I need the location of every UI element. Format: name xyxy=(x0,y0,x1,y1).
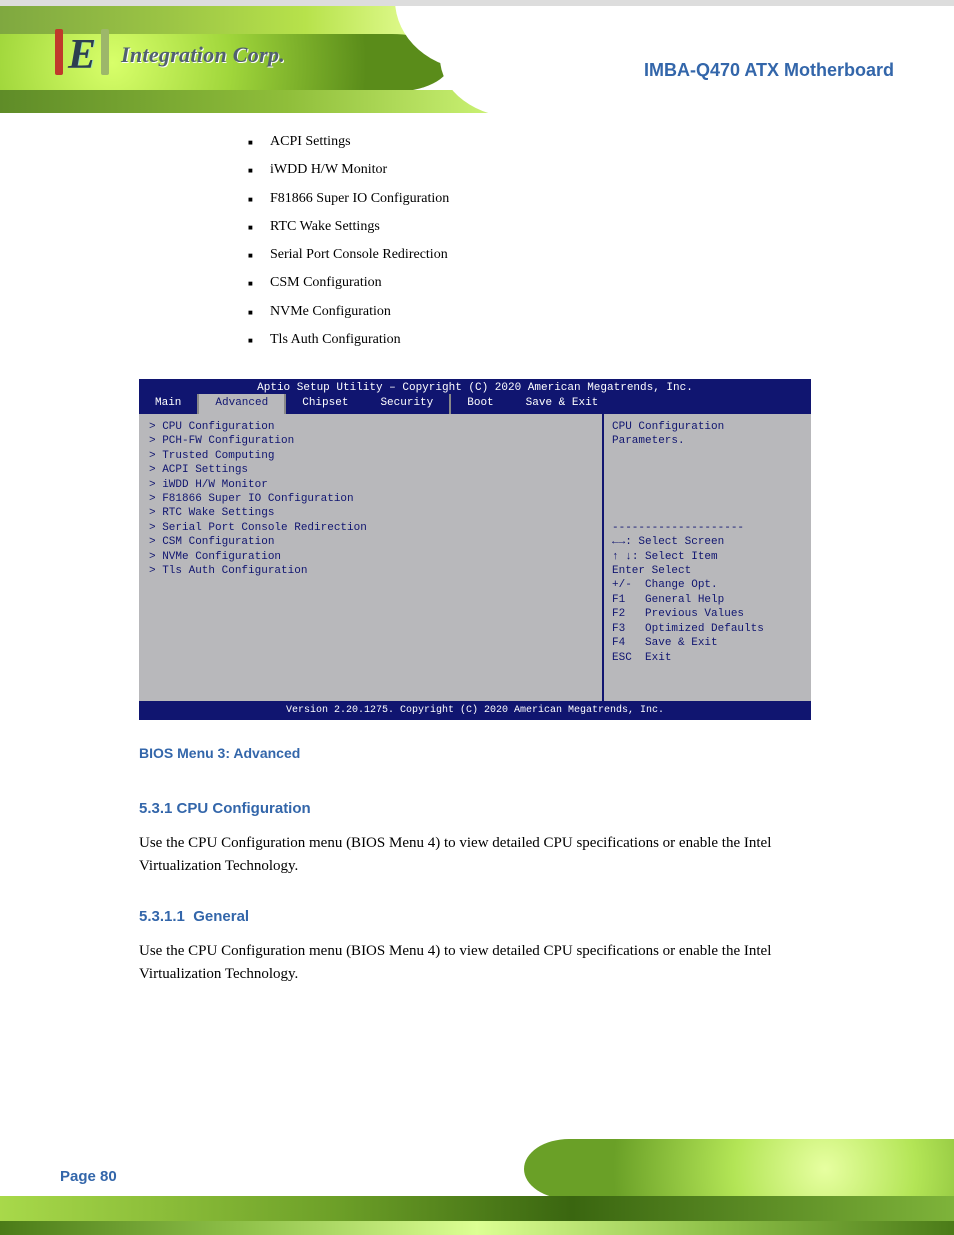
bios-header: Aptio Setup Utility – Copyright (C) 2020… xyxy=(139,379,811,414)
logo-glyph-e: E xyxy=(68,31,96,79)
subsection-number: 5.3.1.1 xyxy=(139,908,185,925)
bios-item: RTC Wake Settings xyxy=(149,506,592,520)
bios-help-key: F3 xyxy=(612,623,625,635)
bios-help-row: F2 Previous Values xyxy=(612,607,803,621)
bullet-item: CSM Configuration xyxy=(248,269,449,297)
bios-title: Aptio Setup Utility – Copyright (C) 2020… xyxy=(139,379,811,394)
bios-help-row: +/- Change Opt. xyxy=(612,578,803,592)
bios-tabs: Main Advanced Chipset Security Boot Save… xyxy=(139,394,811,414)
spacer xyxy=(612,506,803,520)
bios-help-desc: Parameters. xyxy=(612,434,803,448)
bios-help-key: F4 xyxy=(612,637,625,649)
arrow-left-right-icon: ←→ xyxy=(612,536,625,548)
bios-item-label: Serial Port Console Redirection xyxy=(162,522,367,534)
section-heading: 5.3.1 CPU Configuration xyxy=(139,800,311,817)
arrow-up-down-icon: ↑ ↓ xyxy=(612,551,632,563)
bios-help-key: ESC xyxy=(612,652,632,664)
bios-tab-chipset: Chipset xyxy=(286,394,364,414)
bios-help-label: Change Opt. xyxy=(645,579,718,591)
bios-item-label: RTC Wake Settings xyxy=(162,507,274,519)
body-paragraph: Use the CPU Configuration menu (BIOS Men… xyxy=(139,832,811,879)
bios-help-label: Previous Values xyxy=(645,608,744,620)
bios-help-label: General Help xyxy=(645,594,724,606)
footer-band-upper xyxy=(524,1139,954,1199)
logo-glyph-i-green xyxy=(101,35,109,75)
bios-help-row: F1 General Help xyxy=(612,593,803,607)
bios-body: CPU Configuration PCH-FW Configuration T… xyxy=(139,414,811,701)
subsection-heading: 5.3.1.1 General xyxy=(139,908,249,925)
bios-help-key: +/- xyxy=(612,579,632,591)
bios-tab-save-exit: Save & Exit xyxy=(510,394,615,414)
bios-item: CSM Configuration xyxy=(149,535,592,549)
bios-tab-security: Security xyxy=(364,394,449,414)
bios-tab-boot: Boot xyxy=(451,394,509,414)
bios-footer: Version 2.20.1275. Copyright (C) 2020 Am… xyxy=(139,701,811,720)
logo: E Integration Corp. xyxy=(55,25,345,85)
bios-help-key: Enter xyxy=(612,565,645,577)
bios-help-label: Save & Exit xyxy=(645,637,718,649)
bios-item: NVMe Configuration xyxy=(149,550,592,564)
bios-tab-main: Main xyxy=(139,394,197,414)
subsection-title: General xyxy=(193,908,249,925)
body-paragraph: Use the CPU Configuration menu (BIOS Men… xyxy=(139,940,811,987)
bios-item-label: NVMe Configuration xyxy=(162,551,281,563)
page-number: Page 80 xyxy=(60,1168,117,1185)
bios-item-label: Trusted Computing xyxy=(162,450,274,462)
bios-screenshot: Aptio Setup Utility – Copyright (C) 2020… xyxy=(139,379,811,720)
bios-help-label: : Select Item xyxy=(632,551,718,563)
spacer xyxy=(612,492,803,506)
bullet-item: Tls Auth Configuration xyxy=(248,326,449,354)
bios-item-label: F81866 Super IO Configuration xyxy=(162,493,353,505)
bios-help-label: Optimized Defaults xyxy=(645,623,764,635)
bullet-item: F81866 Super IO Configuration xyxy=(248,185,449,213)
bios-help-row: F3 Optimized Defaults xyxy=(612,622,803,636)
header-top-strip xyxy=(0,0,954,6)
bios-help-desc: CPU Configuration xyxy=(612,420,803,434)
bios-tab-advanced: Advanced xyxy=(199,394,284,414)
bios-item: Trusted Computing xyxy=(149,449,592,463)
bullet-item: iWDD H/W Monitor xyxy=(248,156,449,184)
bios-help-row: ←→: Select Screen xyxy=(612,535,803,549)
bios-item: iWDD H/W Monitor xyxy=(149,478,592,492)
bios-help-label: Select xyxy=(652,565,692,577)
bios-item-label: iWDD H/W Monitor xyxy=(162,479,268,491)
bios-item: F81866 Super IO Configuration xyxy=(149,492,592,506)
bios-help-row: F4 Save & Exit xyxy=(612,636,803,650)
bios-item-label: CPU Configuration xyxy=(162,421,274,433)
logo-glyph-i-red xyxy=(55,35,63,75)
bullet-item: ACPI Settings xyxy=(248,128,449,156)
bullet-item: Serial Port Console Redirection xyxy=(248,241,449,269)
bios-item: CPU Configuration xyxy=(149,420,592,434)
bios-help-divider: -------------------- xyxy=(612,521,803,535)
bios-item-label: PCH-FW Configuration xyxy=(162,435,294,447)
bios-item-label: Tls Auth Configuration xyxy=(162,565,307,577)
bios-right-pane: CPU Configuration Parameters. ----------… xyxy=(602,414,811,701)
bullet-list: ACPI Settings iWDD H/W Monitor F81866 Su… xyxy=(248,128,449,354)
bios-help-key: F2 xyxy=(612,608,625,620)
bullet-item: NVMe Configuration xyxy=(248,298,449,326)
bios-help-row: ↑ ↓: Select Item xyxy=(612,550,803,564)
spacer xyxy=(612,449,803,463)
logo-text: Integration Corp. xyxy=(121,42,285,68)
bullet-item: RTC Wake Settings xyxy=(248,213,449,241)
bios-item: PCH-FW Configuration xyxy=(149,434,592,448)
product-title: IMBA-Q470 ATX Motherboard xyxy=(644,60,894,81)
bios-item-label: ACPI Settings xyxy=(162,464,248,476)
bios-help-key: F1 xyxy=(612,594,625,606)
footer-band-bottom xyxy=(0,1221,954,1235)
bios-help-row: ESC Exit xyxy=(612,651,803,665)
bios-left-pane: CPU Configuration PCH-FW Configuration T… xyxy=(139,414,602,701)
bios-help-label: Exit xyxy=(645,652,671,664)
figure-caption: BIOS Menu 3: Advanced xyxy=(139,745,300,761)
bios-item-label: CSM Configuration xyxy=(162,536,274,548)
footer-band-mid xyxy=(0,1196,954,1222)
bios-item: ACPI Settings xyxy=(149,463,592,477)
spacer xyxy=(612,478,803,492)
bios-help-label: : Select Screen xyxy=(625,536,724,548)
spacer xyxy=(612,463,803,477)
bios-item: Tls Auth Configuration xyxy=(149,564,592,578)
bios-item: Serial Port Console Redirection xyxy=(149,521,592,535)
bios-help-row: Enter Select xyxy=(612,564,803,578)
